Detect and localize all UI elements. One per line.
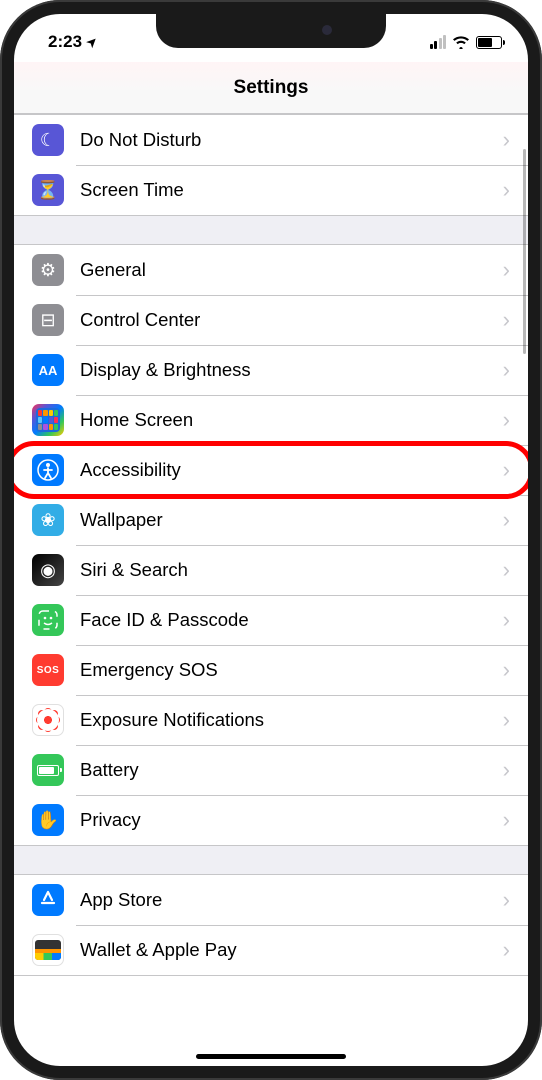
chevron-right-icon: › [503,177,510,203]
row-privacy[interactable]: ✋ Privacy› [14,795,528,845]
row-face-id-passcode[interactable]: Face ID & Passcode› [14,595,528,645]
accessibility-icon [32,454,64,486]
gear-icon: ⚙ [32,254,64,286]
home-indicator[interactable] [196,1054,346,1059]
notch [156,14,386,48]
page-title: Settings [234,77,309,98]
scrollbar[interactable] [523,149,526,354]
chevron-right-icon: › [503,407,510,433]
appstore-icon [32,884,64,916]
phone-frame: 2:23 ➤ Settings ☾Do Not Disturb›⏳Screen … [0,0,542,1080]
row-label: Display & Brightness [80,359,503,381]
exposure-icon [32,704,64,736]
hourglass-icon: ⏳ [32,174,64,206]
settings-group: App Store›Wallet & Apple Pay› [14,874,528,976]
flower-icon: ❀ [32,504,64,536]
chevron-right-icon: › [503,807,510,833]
text-size-icon: AA [32,354,64,386]
row-label: Face ID & Passcode [80,609,503,631]
screen: 2:23 ➤ Settings ☾Do Not Disturb›⏳Screen … [14,14,528,1066]
settings-group: ⚙General›⊟Control Center›AADisplay & Bri… [14,244,528,846]
row-wallet-apple-pay[interactable]: Wallet & Apple Pay› [14,925,528,975]
row-label: Accessibility [80,459,503,481]
status-right [430,35,503,49]
battery-status-icon [476,36,502,49]
chevron-right-icon: › [503,557,510,583]
chevron-right-icon: › [503,257,510,283]
location-arrow-icon: ➤ [84,33,101,50]
chevron-right-icon: › [503,507,510,533]
status-left: 2:23 ➤ [48,32,97,52]
chevron-right-icon: › [503,127,510,153]
settings-group: ☾Do Not Disturb›⏳Screen Time› [14,114,528,216]
chevron-right-icon: › [503,757,510,783]
row-screen-time[interactable]: ⏳ Screen Time› [14,165,528,215]
row-home-screen[interactable]: Home Screen› [14,395,528,445]
nav-header: Settings [14,62,528,114]
row-battery[interactable]: Battery› [14,745,528,795]
cellular-signal-icon [430,35,447,49]
row-label: App Store [80,889,503,911]
chevron-right-icon: › [503,357,510,383]
row-emergency-sos[interactable]: SOS Emergency SOS› [14,645,528,695]
row-label: Battery [80,759,503,781]
row-wallpaper[interactable]: ❀ Wallpaper› [14,495,528,545]
row-label: Privacy [80,809,503,831]
row-label: Control Center [80,309,503,331]
chevron-right-icon: › [503,607,510,633]
row-label: Exposure Notifications [80,709,503,731]
row-label: General [80,259,503,281]
hand-icon: ✋ [32,804,64,836]
switches-icon: ⊟ [32,304,64,336]
siri-icon: ◉ [32,554,64,586]
battery-icon [32,754,64,786]
chevron-right-icon: › [503,307,510,333]
row-exposure-notifications[interactable]: Exposure Notifications› [14,695,528,745]
row-label: Siri & Search [80,559,503,581]
row-app-store[interactable]: App Store› [14,875,528,925]
row-label: Emergency SOS [80,659,503,681]
row-label: Wallet & Apple Pay [80,939,503,961]
row-general[interactable]: ⚙ General› [14,245,528,295]
status-time: 2:23 [48,32,82,52]
row-control-center[interactable]: ⊟ Control Center› [14,295,528,345]
chevron-right-icon: › [503,887,510,913]
faceid-icon [32,604,64,636]
chevron-right-icon: › [503,937,510,963]
row-do-not-disturb[interactable]: ☾ Do Not Disturb› [14,115,528,165]
wallet-icon [32,934,64,966]
app-grid-icon [32,404,64,436]
row-display-brightness[interactable]: AA Display & Brightness› [14,345,528,395]
chevron-right-icon: › [503,707,510,733]
sos-icon: SOS [32,654,64,686]
chevron-right-icon: › [503,457,510,483]
row-siri-search[interactable]: ◉ Siri & Search› [14,545,528,595]
row-label: Wallpaper [80,509,503,531]
wifi-icon [452,35,470,49]
moon-icon: ☾ [32,124,64,156]
row-label: Screen Time [80,179,503,201]
row-label: Home Screen [80,409,503,431]
row-label: Do Not Disturb [80,129,503,151]
row-accessibility[interactable]: Accessibility› [14,445,528,495]
settings-list[interactable]: ☾Do Not Disturb›⏳Screen Time›⚙General›⊟C… [14,114,528,976]
chevron-right-icon: › [503,657,510,683]
